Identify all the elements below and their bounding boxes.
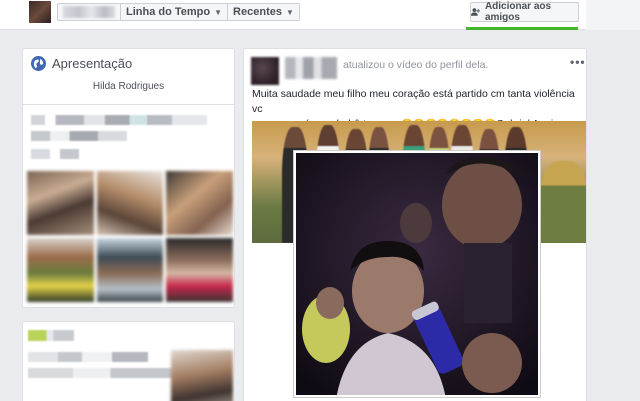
photo-thumbnail[interactable] [27,238,94,302]
photo-thumbnail[interactable] [171,350,233,401]
chevron-down-icon: ▼ [214,7,223,17]
nav-item-timeline[interactable]: Linha do Tempo ▼ [121,4,229,20]
globe-icon [31,55,46,71]
add-friend-label: Adicionar aos amigos [484,1,552,23]
post-action-text: atualizou o vídeo do perfil dela. [343,59,489,71]
photo-grid [27,171,233,303]
chevron-down-icon: ▼ [285,7,294,17]
intro-title: Apresentação [52,55,133,71]
nav-item-recent[interactable]: Recentes ▼ [228,4,299,20]
blurred-info-row [31,149,79,159]
timeline-label: Linha do Tempo [126,6,211,18]
video-still-image [296,153,538,395]
blurred-info-row [28,368,178,378]
profile-nav-bar: Linha do Tempo ▼ Recentes ▼ Adicionar ao… [0,0,640,30]
blurred-info-row [28,352,148,362]
blurred-friends-title [28,330,74,341]
intro-name: Hilda Rodrigues [92,81,165,92]
add-friend-icon [471,8,480,16]
nav-item-profile-name[interactable] [58,4,121,20]
photo-thumbnail[interactable] [96,171,164,235]
intro-divider [23,104,234,105]
post-author-avatar[interactable] [251,57,279,85]
add-friend-button[interactable]: Adicionar aos amigos [470,1,579,23]
blurred-profile-name [63,6,115,18]
profile-avatar-thumbnail[interactable] [29,1,51,23]
more-options-icon[interactable]: ••• [570,55,586,69]
photo-thumbnail[interactable] [166,238,233,302]
profile-nav-tabs: Linha do Tempo ▼ Recentes ▼ [57,3,300,21]
post-author-name-blurred[interactable] [285,57,337,79]
profile-video-player[interactable] [294,151,540,397]
recent-label: Recentes [233,6,282,18]
topbar-edge [586,0,640,30]
post-card: atualizou o vídeo do perfil dela. ••• Mu… [243,48,587,401]
intro-header: Apresentação [23,49,234,77]
photo-person [540,161,586,243]
friends-card [22,321,235,401]
post-text-line1: Muita saudade meu filho meu coração está… [252,88,575,115]
intro-card: Apresentação Hilda Rodrigues [22,48,235,308]
active-tab-underline [466,27,578,30]
photo-thumbnail[interactable] [96,238,164,302]
blurred-info-row [31,115,207,125]
photo-thumbnail[interactable] [27,171,94,235]
blurred-info-row [31,131,127,141]
photo-thumbnail[interactable] [166,171,233,235]
